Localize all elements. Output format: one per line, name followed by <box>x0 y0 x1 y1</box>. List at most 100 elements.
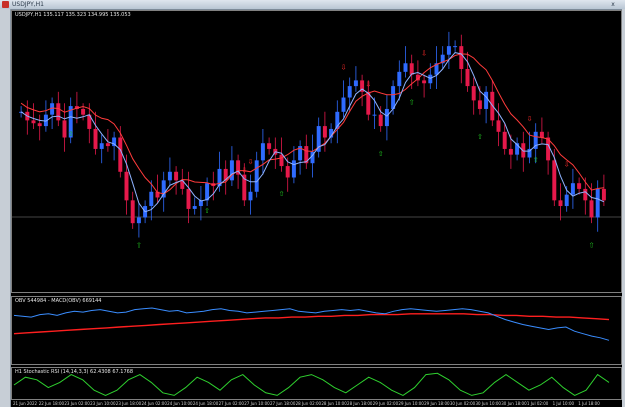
price-chart-pane[interactable]: ⇧ ⇧ ⇧ ⇧ ⇧ ⇧ ⇧ ⇧ ⇧ ⇩ ⇩ ⇩ ⇩ ⇩ ⇩ ⇩ USDJPY,H1 135.117 135.3… <box>11 10 622 293</box>
time-axis-tick: 29 Jun 02:00 <box>372 401 399 406</box>
candle-body <box>422 80 427 84</box>
candle-body <box>62 120 67 138</box>
candle-body <box>248 191 253 201</box>
down-arrow-signal: ⇩ <box>564 161 570 169</box>
down-arrow-signal: ⇩ <box>248 158 254 166</box>
candle-body <box>192 206 197 209</box>
candle-body <box>56 103 61 121</box>
obv-canvas <box>13 307 610 341</box>
price-chart-label: USDJPY,H1 135.117 135.323 134.995 135.05… <box>15 12 131 18</box>
candle-body <box>291 160 296 178</box>
ma-fast-line <box>20 52 605 213</box>
candle-body <box>477 100 482 109</box>
time-axis: 21 Jun 2022 22 Jun 18:00 23 Jun 02:00 23 Ju… <box>11 400 622 407</box>
candle-body <box>322 126 327 138</box>
up-arrow-signal: ⇧ <box>204 207 210 215</box>
candle-body <box>496 120 501 132</box>
close-button[interactable]: x <box>609 1 617 8</box>
price-chart-canvas: ⇧⇧⇧⇧⇧⇧⇧⇧⇧⇩⇩⇩⇩⇩⇩⇩ <box>12 31 621 249</box>
candle-body <box>409 63 414 75</box>
candle-body <box>279 154 284 167</box>
candle-body <box>502 131 507 149</box>
time-axis-tick: 28 Jun 02:00 <box>295 401 322 406</box>
candle-body <box>570 183 575 195</box>
candle-body <box>167 171 172 181</box>
time-axis-tick: 23 Jun 02:00 <box>64 401 90 406</box>
candle-body <box>254 160 259 192</box>
candle-body <box>403 63 408 72</box>
time-axis-tick: 23 Jun 10:00 <box>90 401 116 406</box>
time-axis-tick: 24 Jun 18:00 <box>192 401 219 406</box>
candle-body <box>93 128 98 149</box>
time-axis-tick: 27 Jun 18:00 <box>269 401 296 406</box>
time-axis-tick: 27 Jun 02:00 <box>218 401 244 406</box>
up-arrow-signal: ⇧ <box>409 99 415 107</box>
candle-body <box>372 114 377 116</box>
down-arrow-signal: ⇩ <box>365 81 371 89</box>
candle-body <box>397 71 402 87</box>
time-axis-tick: 28 Jun 10:00 <box>321 401 347 406</box>
up-arrow-signal: ⇧ <box>68 130 74 138</box>
down-arrow-signal: ⇩ <box>421 49 427 57</box>
candle-body <box>267 143 272 149</box>
up-arrow-signal: ⇧ <box>533 156 539 164</box>
up-arrow-signal: ⇧ <box>136 241 142 249</box>
candle-body <box>161 180 166 198</box>
time-axis-tick: 1 Jul 02:00 <box>526 401 549 406</box>
candle-body <box>378 114 383 127</box>
down-arrow-signal: ⇩ <box>341 64 347 72</box>
candle-body <box>353 80 358 87</box>
candle-body <box>391 86 396 109</box>
candle-body <box>446 46 451 55</box>
obv-indicator-pane[interactable]: OBV 544984 - MACD(OBV) 669144 <box>11 296 622 365</box>
up-arrow-signal: ⇧ <box>378 150 384 158</box>
up-arrow-signal: ⇧ <box>477 133 483 141</box>
stochastic-indicator-pane[interactable]: H1 Stochastic RSI (14,14,3,3) 62.4308 67… <box>11 367 622 400</box>
window-title: USDJPY,H1 <box>12 1 44 8</box>
candle-body <box>384 108 389 127</box>
candle-body <box>484 91 489 109</box>
obv-label: OBV 544984 - MACD(OBV) 669144 <box>15 298 102 304</box>
candle-body <box>105 143 110 147</box>
up-arrow-signal: ⇧ <box>279 190 285 198</box>
candle-body <box>453 46 458 48</box>
candle-body <box>118 137 123 172</box>
candle-body <box>459 46 464 69</box>
candle-body <box>174 171 179 181</box>
candle-body <box>124 171 129 201</box>
time-axis-tick: 23 Jun 18:00 <box>115 401 142 406</box>
candle-body <box>260 143 265 161</box>
candle-body <box>558 200 563 207</box>
time-axis-tick: 27 Jun 10:00 <box>244 401 270 406</box>
time-axis-tick: 22 Jun 18:00 <box>38 401 65 406</box>
obv-line <box>13 307 610 341</box>
candle-body <box>341 97 346 112</box>
candle-body <box>589 200 594 218</box>
left-toolbar-rail <box>0 9 11 407</box>
candle-body <box>347 86 352 98</box>
time-axis-tick: 21 Jun 2022 <box>13 401 38 406</box>
candle-body <box>99 143 104 149</box>
time-axis-tick: 24 Jun 10:00 <box>167 401 193 406</box>
candle-body <box>539 131 544 138</box>
candle-body <box>552 160 557 201</box>
candle-body <box>81 108 86 115</box>
time-axis-tick: 28 Jun 18:00 <box>347 401 373 406</box>
down-arrow-signal: ⇩ <box>527 115 533 123</box>
candle-body <box>583 188 588 201</box>
candle-body <box>601 188 606 201</box>
up-arrow-signal: ⇧ <box>589 241 595 249</box>
time-axis-tick: 24 Jun 02:00 <box>141 401 167 406</box>
candle-body <box>149 191 154 207</box>
time-axis-tick: 30 Jun 02:00 <box>449 401 476 406</box>
candle-body <box>186 188 191 209</box>
candle-body <box>285 166 290 178</box>
time-axis-tick: 1 Jul 10:00 <box>552 401 575 406</box>
stochastic-label: H1 Stochastic RSI (14,14,3,3) 62.4308 67… <box>15 369 133 375</box>
time-axis-tick: 30 Jun 18:00 <box>501 401 527 406</box>
candle-body <box>130 200 135 224</box>
candle-body <box>136 217 141 224</box>
candle-body <box>37 123 42 127</box>
time-axis-tick: 29 Jun 18:00 <box>424 401 450 406</box>
candle-body <box>229 160 234 181</box>
